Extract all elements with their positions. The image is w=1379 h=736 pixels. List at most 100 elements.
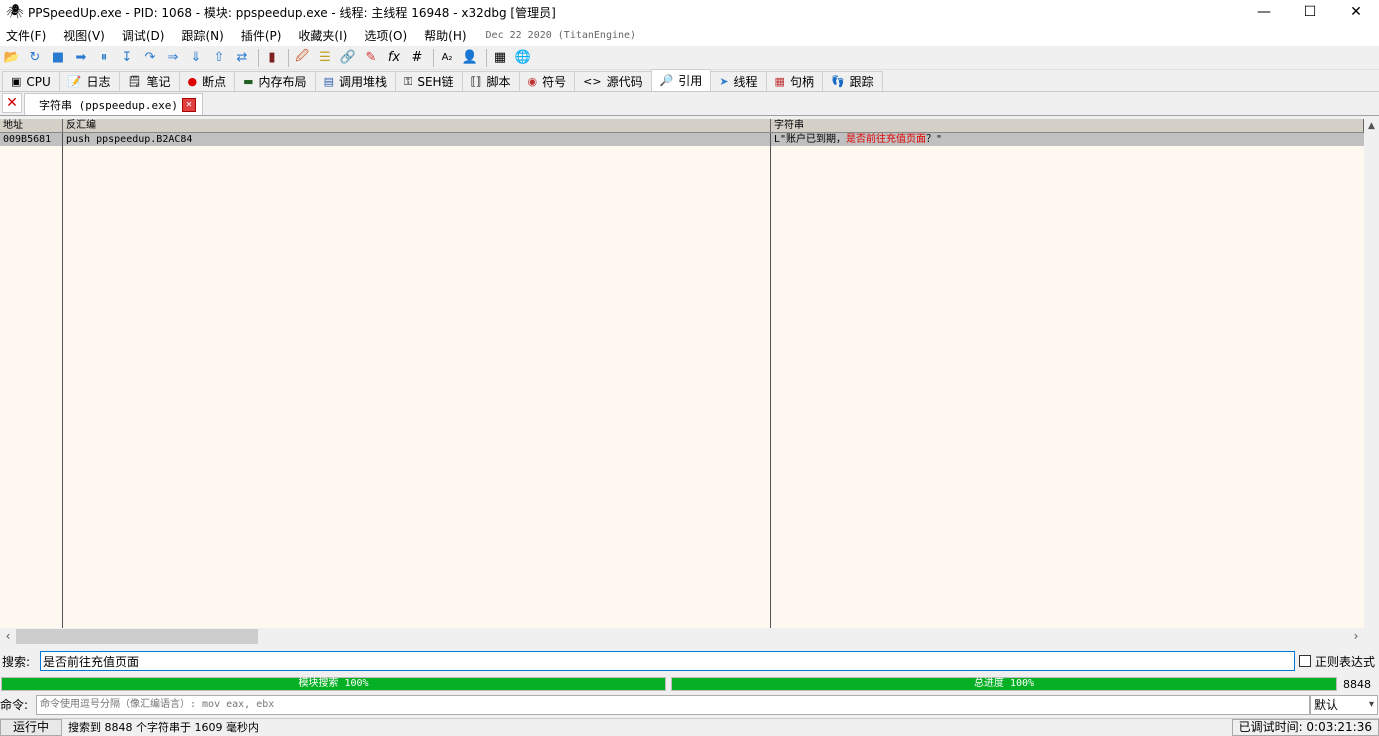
toolbar-separator: [288, 48, 289, 67]
scylla-icon[interactable]: ▮: [262, 48, 282, 68]
maximize-button[interactable]: ☐: [1287, 0, 1333, 24]
tab-memory-map[interactable]: ▬ 内存布局: [234, 71, 316, 91]
command-input[interactable]: [36, 694, 1310, 715]
cell-disassembly: push ppspeedup.B2AC84: [66, 134, 193, 145]
search-input[interactable]: [40, 651, 1295, 671]
tab-label: 符号: [542, 75, 567, 89]
minimize-button[interactable]: —: [1241, 0, 1287, 24]
column-header-disassembly[interactable]: 反汇编: [63, 119, 771, 132]
handles-icon: ▦: [774, 75, 785, 88]
main-tab-bar: ▣ CPU 📝 日志 🗒 笔记 ● 断点 ▬ 内存布局 ▤ 调用堆栈 ⚿ SEH链 ⟦⟧ 脚本 …: [0, 69, 1379, 92]
tab-label: 脚本: [486, 75, 511, 89]
regex-label[interactable]: 正则表达式: [1315, 653, 1375, 670]
status-bar: 运行中 搜索到 8848 个字符串于 1609 毫秒内 已调试时间: 0:03:…: [0, 718, 1379, 736]
menu-debug[interactable]: 调试(D): [122, 27, 165, 44]
tab-trace[interactable]: 👣 跟踪: [821, 71, 883, 91]
scroll-up-icon[interactable]: ▲: [1364, 119, 1379, 134]
cpu-icon: ▣: [11, 75, 22, 88]
trace-over-icon[interactable]: ⇓: [186, 48, 206, 68]
toolbar: 📂 ↻ ■ ➡ ⏸ ↧ ↷ ⇒ ⇓ ⇧ ⇄ ▮ 🖉 ☰ 🔗 ✎ fx # A₂ …: [0, 46, 1379, 70]
script-icon: ⟦⟧: [470, 75, 482, 88]
tab-label: 内存布局: [258, 75, 307, 89]
tab-references[interactable]: 🔎 引用: [650, 69, 712, 91]
subtab-label: 字符串 (ppspeedup.exe): [39, 98, 178, 112]
breakpoint-dot-icon: ●: [187, 75, 198, 88]
trace-into-icon[interactable]: ⇒: [163, 48, 183, 68]
result-count: 8848: [1343, 678, 1371, 691]
step-into-icon[interactable]: ↧: [117, 48, 137, 68]
tab-label: 调用堆栈: [338, 75, 387, 89]
execute-till-return-icon[interactable]: ⇧: [209, 48, 229, 68]
tab-breakpoints[interactable]: ● 断点: [178, 71, 236, 91]
globe-icon[interactable]: 🌐: [513, 48, 533, 68]
bookmarks-icon[interactable]: ✎: [361, 48, 381, 68]
tab-label: 句柄: [789, 75, 814, 89]
tab-symbols[interactable]: ◉ 符号: [518, 71, 576, 91]
tab-handles[interactable]: ▦ 句柄: [765, 71, 823, 91]
footprints-icon: 👣: [830, 75, 845, 88]
tab-notes[interactable]: 🗒 笔记: [118, 71, 180, 91]
run-to-user-code-icon[interactable]: ⇄: [232, 48, 252, 68]
restart-icon[interactable]: ↻: [25, 48, 45, 68]
table-row[interactable]: 009B5681 push ppspeedup.B2AC84 L"账户已到期，是…: [0, 133, 1364, 146]
tab-strings-ppspeedup[interactable]: 字符串 (ppspeedup.exe) ✕: [24, 93, 203, 115]
menu-trace[interactable]: 跟踪(N): [181, 27, 223, 44]
tab-script[interactable]: ⟦⟧ 脚本: [461, 71, 520, 91]
horizontal-scroll-thumb[interactable]: [16, 629, 258, 644]
menu-options[interactable]: 选项(O): [364, 27, 407, 44]
debug-state-badge: 运行中: [0, 718, 62, 736]
build-date: Dec 22 2020 (TitanEngine): [485, 29, 637, 41]
tab-seh[interactable]: ⚿ SEH链: [394, 71, 463, 91]
search-icon: 🔎: [659, 74, 674, 87]
seh-key-icon: ⚿: [403, 74, 413, 88]
string-suffix: ？": [926, 134, 943, 145]
calculator-icon[interactable]: ▦: [490, 48, 510, 68]
tab-threads[interactable]: ➤ 线程: [710, 71, 767, 91]
command-row: 命令: 默认 ▾: [0, 694, 1379, 715]
strings-icon[interactable]: A₂: [437, 48, 457, 68]
command-mode-select[interactable]: 默认 ▾: [1310, 694, 1378, 715]
functions-icon[interactable]: fx: [384, 48, 404, 68]
menu-view[interactable]: 视图(V): [63, 27, 105, 44]
module-search-progress: 模块搜索 100%: [1, 677, 666, 691]
user-icon[interactable]: 👤: [460, 48, 480, 68]
cell-string: L"账户已到期，是否前往充值页面？": [771, 133, 1364, 146]
labels-icon[interactable]: 🔗: [338, 48, 358, 68]
menu-plugins[interactable]: 插件(P): [241, 27, 282, 44]
open-icon[interactable]: 📂: [2, 48, 22, 68]
tab-call-stack[interactable]: ▤ 调用堆栈: [314, 71, 396, 91]
tab-source[interactable]: <> 源代码: [574, 71, 652, 91]
pause-icon[interactable]: ⏸: [94, 48, 114, 68]
menu-help[interactable]: 帮助(H): [424, 27, 466, 44]
close-button[interactable]: ✕: [1333, 0, 1379, 24]
tab-label: CPU: [26, 74, 51, 89]
menu-file[interactable]: 文件(F): [6, 27, 46, 44]
comments-icon[interactable]: ☰: [315, 48, 335, 68]
command-label: 命令:: [0, 698, 29, 712]
toolbar-separator: [433, 48, 434, 67]
tab-label: 断点: [202, 75, 227, 89]
tab-label: 引用: [678, 74, 703, 88]
scroll-right-icon[interactable]: ›: [1348, 628, 1364, 645]
regex-checkbox[interactable]: [1299, 655, 1311, 667]
references-table[interactable]: 地址 反汇编 字符串 009B5681 push ppspeedup.B2AC8…: [0, 119, 1364, 628]
vertical-scrollbar[interactable]: ▲: [1364, 119, 1379, 628]
horizontal-scrollbar[interactable]: ‹ ›: [0, 628, 1364, 645]
tab-cpu[interactable]: ▣ CPU: [2, 71, 60, 91]
stop-icon[interactable]: ■: [48, 48, 68, 68]
table-header: 地址 反汇编 字符串: [0, 119, 1364, 133]
close-tab-icon[interactable]: ✕: [181, 97, 196, 112]
column-header-address[interactable]: 地址: [0, 119, 63, 132]
run-icon[interactable]: ➡: [71, 48, 91, 68]
column-header-string[interactable]: 字符串: [771, 119, 1364, 132]
patch-icon[interactable]: 🖉: [292, 48, 312, 68]
menu-favourites[interactable]: 收藏夹(I): [298, 27, 347, 44]
search-label: 搜索:: [2, 654, 31, 669]
hash-icon[interactable]: #: [407, 48, 427, 68]
string-prefix: L"账户已到期，: [774, 134, 847, 145]
tab-label: 线程: [733, 75, 758, 89]
close-all-tabs-icon[interactable]: ✕: [2, 93, 22, 113]
scroll-left-icon[interactable]: ‹: [0, 628, 16, 645]
step-over-icon[interactable]: ↷: [140, 48, 160, 68]
tab-log[interactable]: 📝 日志: [58, 71, 120, 91]
